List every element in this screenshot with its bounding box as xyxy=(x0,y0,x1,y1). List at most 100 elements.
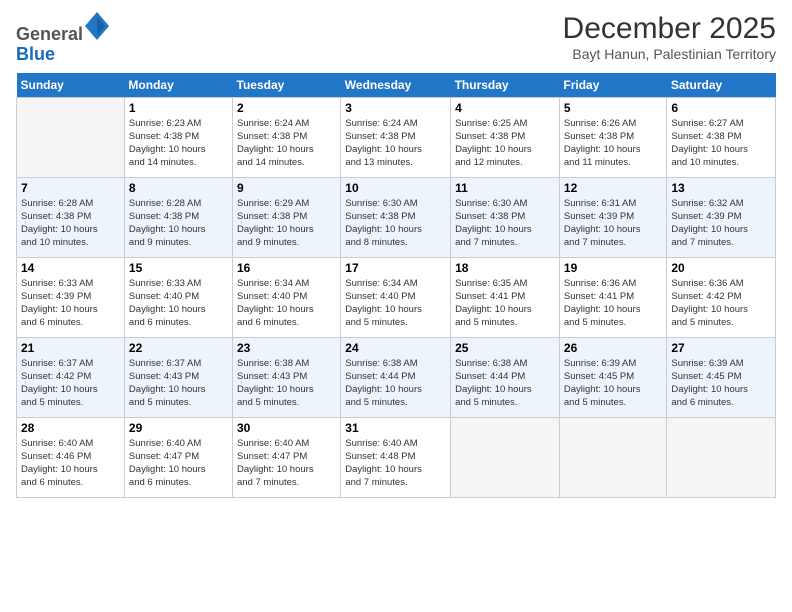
day-cell: 29 Sunrise: 6:40 AM Sunset: 4:47 PM Dayli… xyxy=(124,417,232,497)
logo-general: General xyxy=(16,24,83,44)
day-number: 16 xyxy=(237,261,336,275)
day-number: 9 xyxy=(237,181,336,195)
calendar-table: SundayMondayTuesdayWednesdayThursdayFrid… xyxy=(16,73,776,498)
day-cell: 17 Sunrise: 6:34 AM Sunset: 4:40 PM Dayli… xyxy=(341,257,451,337)
day-number: 27 xyxy=(671,341,771,355)
day-info: Sunrise: 6:29 AM Sunset: 4:38 PM Dayligh… xyxy=(237,197,336,250)
day-cell: 19Sunrise: 6:36 AM Sunset: 4:41 PM Dayli… xyxy=(559,257,666,337)
day-info: Sunrise: 6:39 AM Sunset: 4:45 PM Dayligh… xyxy=(671,357,771,410)
subtitle: Bayt Hanun, Palestinian Territory xyxy=(563,46,776,62)
header-cell-thursday: Thursday xyxy=(451,73,560,98)
day-cell: 26Sunrise: 6:39 AM Sunset: 4:45 PM Dayli… xyxy=(559,337,666,417)
day-cell: 4 Sunrise: 6:25 AM Sunset: 4:38 PM Daylig… xyxy=(451,97,560,177)
day-cell: 21 Sunrise: 6:37 AM Sunset: 4:42 PM Dayli… xyxy=(17,337,125,417)
day-cell xyxy=(559,417,666,497)
day-info: Sunrise: 6:40 AM Sunset: 4:46 PM Dayligh… xyxy=(21,437,120,490)
day-number: 26 xyxy=(564,341,662,355)
day-info: Sunrise: 6:38 AM Sunset: 4:44 PM Dayligh… xyxy=(345,357,446,410)
day-cell: 5 Sunrise: 6:26 AM Sunset: 4:38 PM Daylig… xyxy=(559,97,666,177)
header-cell-wednesday: Wednesday xyxy=(341,73,451,98)
header-cell-monday: Monday xyxy=(124,73,232,98)
day-info: Sunrise: 6:30 AM Sunset: 4:38 PM Dayligh… xyxy=(345,197,446,250)
day-number: 10 xyxy=(345,181,446,195)
day-cell: 12 Sunrise: 6:31 AM Sunset: 4:39 PM Dayli… xyxy=(559,177,666,257)
day-info: Sunrise: 6:30 AM Sunset: 4:38 PM Dayligh… xyxy=(455,197,555,250)
main-title: December 2025 xyxy=(563,12,776,46)
day-cell: 1Sunrise: 6:23 AM Sunset: 4:38 PM Daylig… xyxy=(124,97,232,177)
day-info: Sunrise: 6:24 AM Sunset: 4:38 PM Dayligh… xyxy=(345,117,446,170)
title-section: December 2025 Bayt Hanun, Palestinian Te… xyxy=(563,12,776,62)
page-header: General Blue December 2025 Bayt Hanun, P… xyxy=(16,12,776,65)
day-cell: 27 Sunrise: 6:39 AM Sunset: 4:45 PM Dayli… xyxy=(667,337,776,417)
day-cell: 2Sunrise: 6:24 AM Sunset: 4:38 PM Daylig… xyxy=(233,97,341,177)
header-cell-saturday: Saturday xyxy=(667,73,776,98)
week-row-1: 1Sunrise: 6:23 AM Sunset: 4:38 PM Daylig… xyxy=(17,97,776,177)
day-info: Sunrise: 6:23 AM Sunset: 4:38 PM Dayligh… xyxy=(129,117,228,170)
day-info: Sunrise: 6:31 AM Sunset: 4:39 PM Dayligh… xyxy=(564,197,662,250)
logo-icon xyxy=(85,12,109,40)
day-info: Sunrise: 6:38 AM Sunset: 4:43 PM Dayligh… xyxy=(237,357,336,410)
week-row-5: 28 Sunrise: 6:40 AM Sunset: 4:46 PM Dayli… xyxy=(17,417,776,497)
day-number: 18 xyxy=(455,261,555,275)
day-cell: 31 Sunrise: 6:40 AM Sunset: 4:48 PM Dayli… xyxy=(341,417,451,497)
day-cell: 14Sunrise: 6:33 AM Sunset: 4:39 PM Dayli… xyxy=(17,257,125,337)
day-number: 31 xyxy=(345,421,446,435)
day-info: Sunrise: 6:27 AM Sunset: 4:38 PM Dayligh… xyxy=(671,117,771,170)
day-cell: 15Sunrise: 6:33 AM Sunset: 4:40 PM Dayli… xyxy=(124,257,232,337)
day-info: Sunrise: 6:38 AM Sunset: 4:44 PM Dayligh… xyxy=(455,357,555,410)
week-row-3: 14Sunrise: 6:33 AM Sunset: 4:39 PM Dayli… xyxy=(17,257,776,337)
day-info: Sunrise: 6:40 AM Sunset: 4:47 PM Dayligh… xyxy=(129,437,228,490)
day-cell: 25 Sunrise: 6:38 AM Sunset: 4:44 PM Dayli… xyxy=(451,337,560,417)
logo-blue: Blue xyxy=(16,44,55,64)
day-number: 20 xyxy=(671,261,771,275)
day-number: 22 xyxy=(129,341,228,355)
day-cell: 16 Sunrise: 6:34 AM Sunset: 4:40 PM Dayli… xyxy=(233,257,341,337)
day-info: Sunrise: 6:40 AM Sunset: 4:48 PM Dayligh… xyxy=(345,437,446,490)
day-info: Sunrise: 6:32 AM Sunset: 4:39 PM Dayligh… xyxy=(671,197,771,250)
logo: General Blue xyxy=(16,12,109,65)
day-cell: 18 Sunrise: 6:35 AM Sunset: 4:41 PM Dayli… xyxy=(451,257,560,337)
day-number: 21 xyxy=(21,341,120,355)
day-info: Sunrise: 6:25 AM Sunset: 4:38 PM Dayligh… xyxy=(455,117,555,170)
header-cell-friday: Friday xyxy=(559,73,666,98)
day-number: 12 xyxy=(564,181,662,195)
day-cell: 24 Sunrise: 6:38 AM Sunset: 4:44 PM Dayli… xyxy=(341,337,451,417)
day-info: Sunrise: 6:37 AM Sunset: 4:43 PM Dayligh… xyxy=(129,357,228,410)
day-number: 25 xyxy=(455,341,555,355)
day-info: Sunrise: 6:35 AM Sunset: 4:41 PM Dayligh… xyxy=(455,277,555,330)
day-cell: 22 Sunrise: 6:37 AM Sunset: 4:43 PM Dayli… xyxy=(124,337,232,417)
day-info: Sunrise: 6:28 AM Sunset: 4:38 PM Dayligh… xyxy=(21,197,120,250)
day-cell: 7 Sunrise: 6:28 AM Sunset: 4:38 PM Daylig… xyxy=(17,177,125,257)
day-cell: 11 Sunrise: 6:30 AM Sunset: 4:38 PM Dayli… xyxy=(451,177,560,257)
day-number: 15 xyxy=(129,261,228,275)
day-info: Sunrise: 6:34 AM Sunset: 4:40 PM Dayligh… xyxy=(237,277,336,330)
day-info: Sunrise: 6:36 AM Sunset: 4:42 PM Dayligh… xyxy=(671,277,771,330)
day-cell: 20 Sunrise: 6:36 AM Sunset: 4:42 PM Dayli… xyxy=(667,257,776,337)
day-number: 17 xyxy=(345,261,446,275)
day-number: 5 xyxy=(564,101,662,115)
day-info: Sunrise: 6:37 AM Sunset: 4:42 PM Dayligh… xyxy=(21,357,120,410)
day-cell: 6Sunrise: 6:27 AM Sunset: 4:38 PM Daylig… xyxy=(667,97,776,177)
day-number: 11 xyxy=(455,181,555,195)
day-number: 28 xyxy=(21,421,120,435)
header-row: SundayMondayTuesdayWednesdayThursdayFrid… xyxy=(17,73,776,98)
day-number: 4 xyxy=(455,101,555,115)
day-number: 30 xyxy=(237,421,336,435)
day-number: 7 xyxy=(21,181,120,195)
day-number: 29 xyxy=(129,421,228,435)
day-info: Sunrise: 6:34 AM Sunset: 4:40 PM Dayligh… xyxy=(345,277,446,330)
day-cell xyxy=(17,97,125,177)
day-info: Sunrise: 6:24 AM Sunset: 4:38 PM Dayligh… xyxy=(237,117,336,170)
day-number: 13 xyxy=(671,181,771,195)
day-info: Sunrise: 6:28 AM Sunset: 4:38 PM Dayligh… xyxy=(129,197,228,250)
day-number: 24 xyxy=(345,341,446,355)
week-row-2: 7 Sunrise: 6:28 AM Sunset: 4:38 PM Daylig… xyxy=(17,177,776,257)
header-cell-tuesday: Tuesday xyxy=(233,73,341,98)
day-info: Sunrise: 6:40 AM Sunset: 4:47 PM Dayligh… xyxy=(237,437,336,490)
day-cell: 30 Sunrise: 6:40 AM Sunset: 4:47 PM Dayli… xyxy=(233,417,341,497)
day-info: Sunrise: 6:36 AM Sunset: 4:41 PM Dayligh… xyxy=(564,277,662,330)
day-number: 23 xyxy=(237,341,336,355)
day-info: Sunrise: 6:26 AM Sunset: 4:38 PM Dayligh… xyxy=(564,117,662,170)
day-number: 14 xyxy=(21,261,120,275)
day-cell: 23 Sunrise: 6:38 AM Sunset: 4:43 PM Dayli… xyxy=(233,337,341,417)
